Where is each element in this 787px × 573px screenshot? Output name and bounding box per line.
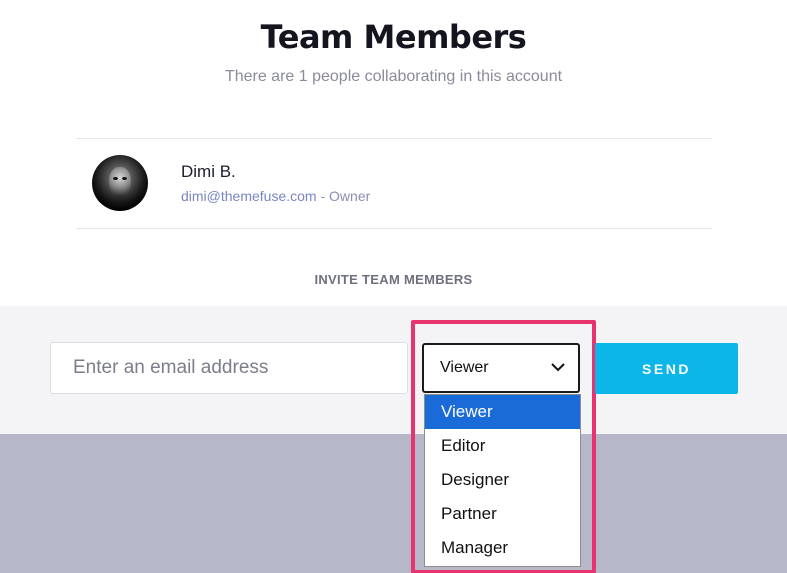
- avatar: [92, 155, 148, 211]
- chevron-down-icon: [551, 363, 565, 372]
- member-email: dimi@themefuse.com: [181, 188, 317, 204]
- invite-section-label: INVITE TEAM MEMBERS: [314, 272, 473, 287]
- email-input[interactable]: [50, 342, 408, 394]
- role-option-viewer[interactable]: Viewer: [425, 395, 580, 429]
- send-button[interactable]: SEND: [595, 343, 738, 394]
- background-band: [0, 434, 787, 573]
- member-row: Dimi B. dimi@themefuse.com - Owner: [92, 155, 370, 211]
- page-title: Team Members: [260, 18, 527, 56]
- role-option-manager[interactable]: Manager: [425, 531, 580, 565]
- role-option-editor[interactable]: Editor: [425, 429, 580, 463]
- divider: [76, 138, 712, 139]
- member-info: Dimi B. dimi@themefuse.com - Owner: [181, 162, 370, 204]
- role-select[interactable]: Viewer: [422, 343, 580, 393]
- page-subtitle: There are 1 people collaborating in this…: [224, 68, 563, 85]
- role-option-partner[interactable]: Partner: [425, 497, 580, 531]
- member-name: Dimi B.: [181, 162, 236, 181]
- member-meta: dimi@themefuse.com - Owner: [181, 188, 370, 204]
- role-option-designer[interactable]: Designer: [425, 463, 580, 497]
- role-select-value: Viewer: [440, 359, 489, 376]
- role-dropdown: Viewer Editor Designer Partner Manager: [424, 394, 581, 567]
- member-role: - Owner: [316, 188, 371, 204]
- divider: [76, 228, 712, 229]
